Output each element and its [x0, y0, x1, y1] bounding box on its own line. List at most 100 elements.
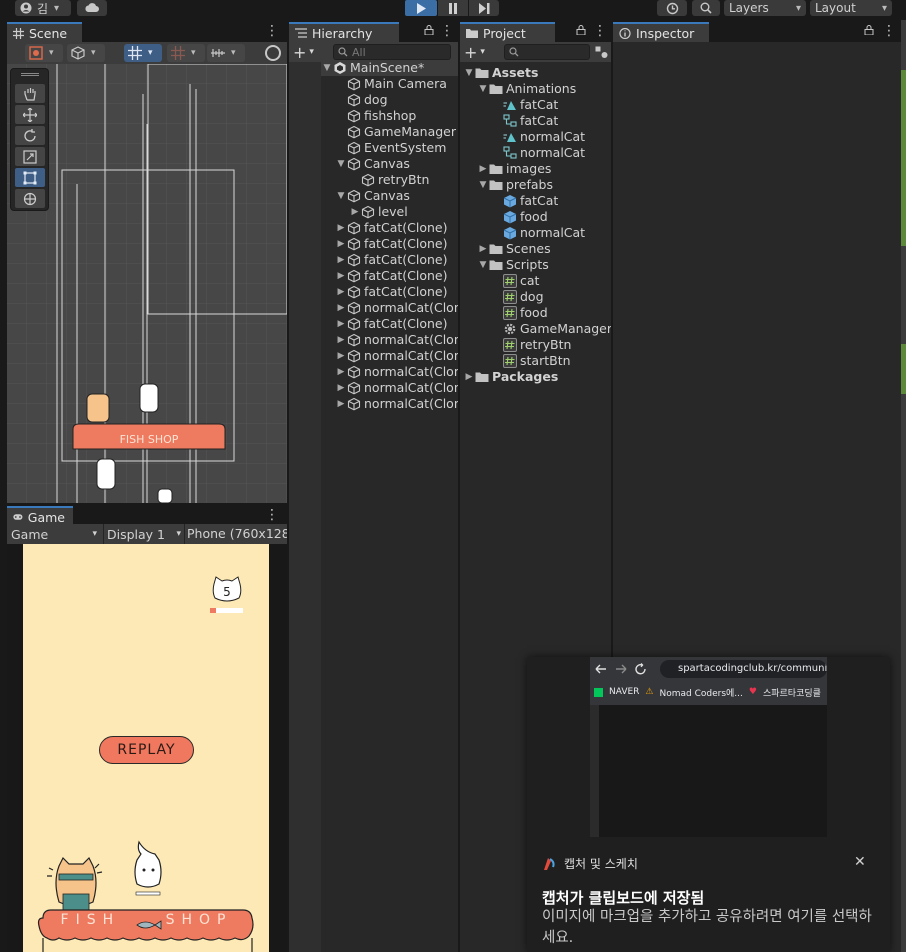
- replay-button[interactable]: REPLAY: [99, 736, 194, 764]
- hierarchy-item-row[interactable]: ▶ normalCat(Clone: [335, 396, 458, 412]
- collapse-arrow-icon[interactable]: ▶: [335, 332, 347, 348]
- collapse-arrow-icon[interactable]: ▶: [335, 268, 347, 284]
- project-item-row[interactable]: ▼ Animations: [477, 81, 577, 97]
- snap-dropdown[interactable]: ▾: [167, 44, 205, 62]
- project-item-row[interactable]: retryBtn: [491, 337, 571, 353]
- project-item-row[interactable]: ▼ Scripts: [477, 257, 549, 273]
- layers-dropdown[interactable]: Layers: [724, 0, 806, 16]
- hierarchy-item-row[interactable]: fishshop: [335, 108, 416, 124]
- orientation-icon[interactable]: [265, 45, 281, 61]
- gizmo-dropdown[interactable]: ▾: [67, 44, 105, 62]
- project-item-row[interactable]: ▶ Scenes: [477, 241, 551, 257]
- expand-arrow-icon[interactable]: ▼: [321, 60, 333, 76]
- transform-tool[interactable]: [15, 189, 45, 208]
- scene-viewport[interactable]: FISH SHOP: [7, 64, 287, 503]
- collapse-arrow-icon[interactable]: ▶: [477, 161, 489, 177]
- capture-notification[interactable]: spartacodingclub.kr/community NAVER ⚠ No…: [527, 657, 890, 952]
- inspector-lock-icon[interactable]: [864, 25, 874, 35]
- hierarchy-item-row[interactable]: ▼ Canvas: [335, 156, 410, 172]
- project-item-row[interactable]: normalCat: [491, 129, 585, 145]
- project-item-row[interactable]: ▶ Packages: [463, 369, 559, 385]
- project-item-row[interactable]: ▶ images: [477, 161, 552, 177]
- collapse-arrow-icon[interactable]: ▶: [335, 220, 347, 236]
- rect-tool[interactable]: [15, 168, 45, 187]
- cloud-button[interactable]: [77, 0, 107, 16]
- project-search-input[interactable]: [504, 44, 590, 60]
- collapse-arrow-icon[interactable]: ▶: [349, 204, 361, 220]
- hierarchy-item-row[interactable]: retryBtn: [349, 172, 429, 188]
- project-item-row[interactable]: cat: [491, 273, 539, 289]
- hierarchy-item-row[interactable]: GameManager: [335, 124, 456, 140]
- scene-menu-icon[interactable]: ⋮: [265, 23, 279, 39]
- project-item-row[interactable]: ▼ Assets: [463, 65, 539, 81]
- hierarchy-item-row[interactable]: dog: [335, 92, 388, 108]
- game-menu-icon[interactable]: ⋮: [265, 507, 279, 523]
- expand-arrow-icon[interactable]: ▼: [335, 188, 347, 204]
- expand-arrow-icon[interactable]: ▼: [477, 177, 489, 193]
- collapse-arrow-icon[interactable]: ▶: [335, 252, 347, 268]
- expand-arrow-icon[interactable]: ▼: [335, 156, 347, 172]
- hierarchy-item-row[interactable]: ▶ normalCat(Clone: [335, 348, 458, 364]
- layout-dropdown[interactable]: Layout: [810, 0, 892, 16]
- hierarchy-item-row[interactable]: ▶ fatCat(Clone): [335, 316, 448, 332]
- hierarchy-item-row[interactable]: ▶ fatCat(Clone): [335, 236, 448, 252]
- tab-project[interactable]: Project: [460, 22, 555, 42]
- hand-tool[interactable]: [15, 84, 45, 103]
- play-button[interactable]: [405, 0, 437, 16]
- collapse-arrow-icon[interactable]: ▶: [335, 284, 347, 300]
- game-view-dropdown[interactable]: Game ▾: [11, 526, 97, 542]
- collapse-arrow-icon[interactable]: ▶: [477, 241, 489, 257]
- hierarchy-item-row[interactable]: ▶ normalCat(Clone: [335, 380, 458, 396]
- history-button[interactable]: [657, 0, 687, 16]
- project-item-row[interactable]: dog: [491, 289, 544, 305]
- project-item-row[interactable]: fatCat: [491, 193, 558, 209]
- hierarchy-item-row[interactable]: ▶ normalCat(Clone: [335, 332, 458, 348]
- pause-button[interactable]: [438, 0, 468, 16]
- draw-mode-dropdown[interactable]: ▾: [25, 44, 63, 62]
- project-item-row[interactable]: food: [491, 305, 548, 321]
- project-item-row[interactable]: fatCat: [491, 97, 558, 113]
- hierarchy-lock-icon[interactable]: [424, 25, 434, 35]
- hierarchy-item-row[interactable]: ▼ MainScene*: [321, 60, 458, 76]
- tab-game[interactable]: Game: [7, 506, 73, 526]
- inspector-menu-icon[interactable]: ⋮: [882, 23, 896, 39]
- collapse-arrow-icon[interactable]: ▶: [463, 369, 475, 385]
- game-view[interactable]: 5 REPLAY FISH SHOP: [23, 544, 269, 952]
- filter-type-icon[interactable]: [595, 46, 608, 58]
- step-button[interactable]: [469, 0, 499, 16]
- hierarchy-item-row[interactable]: EventSystem: [335, 140, 446, 156]
- hierarchy-item-row[interactable]: ▶ fatCat(Clone): [335, 268, 448, 284]
- hierarchy-item-row[interactable]: ▶ fatCat(Clone): [335, 252, 448, 268]
- expand-arrow-icon[interactable]: ▼: [477, 257, 489, 273]
- hierarchy-add-button[interactable]: + ▾: [293, 43, 323, 62]
- project-lock-icon[interactable]: [576, 25, 586, 35]
- project-item-row[interactable]: startBtn: [491, 353, 571, 369]
- project-item-row[interactable]: normalCat: [491, 225, 585, 241]
- collapse-arrow-icon[interactable]: ▶: [335, 300, 347, 316]
- resolution-dropdown[interactable]: Phone (760x1280: [187, 526, 287, 542]
- tab-inspector[interactable]: Inspector: [613, 22, 709, 42]
- project-add-button[interactable]: + ▾: [464, 43, 494, 62]
- increment-snap-dropdown[interactable]: ▾: [207, 44, 245, 62]
- project-item-row[interactable]: food: [491, 209, 548, 225]
- scale-tool[interactable]: [15, 147, 45, 166]
- hierarchy-item-row[interactable]: ▶ normalCat(Clone: [335, 300, 458, 316]
- project-item-row[interactable]: normalCat: [491, 145, 585, 161]
- expand-arrow-icon[interactable]: ▼: [463, 65, 475, 81]
- project-menu-icon[interactable]: ⋮: [593, 23, 607, 39]
- project-item-row[interactable]: GameManager: [491, 321, 611, 337]
- collapse-arrow-icon[interactable]: ▶: [335, 380, 347, 396]
- grid-toggle-dropdown[interactable]: ▾: [124, 44, 162, 62]
- hierarchy-search-input[interactable]: All: [333, 44, 451, 60]
- expand-arrow-icon[interactable]: ▼: [477, 81, 489, 97]
- project-item-row[interactable]: fatCat: [491, 113, 558, 129]
- hierarchy-item-row[interactable]: ▼ Canvas: [335, 188, 410, 204]
- move-tool[interactable]: [15, 105, 45, 124]
- collapse-arrow-icon[interactable]: ▶: [335, 316, 347, 332]
- rotate-tool[interactable]: [15, 126, 45, 145]
- collapse-arrow-icon[interactable]: ▶: [335, 236, 347, 252]
- tab-scene[interactable]: Scene: [7, 22, 82, 42]
- hierarchy-item-row[interactable]: ▶ level: [349, 204, 408, 220]
- collapse-arrow-icon[interactable]: ▶: [335, 348, 347, 364]
- search-button[interactable]: [692, 0, 720, 16]
